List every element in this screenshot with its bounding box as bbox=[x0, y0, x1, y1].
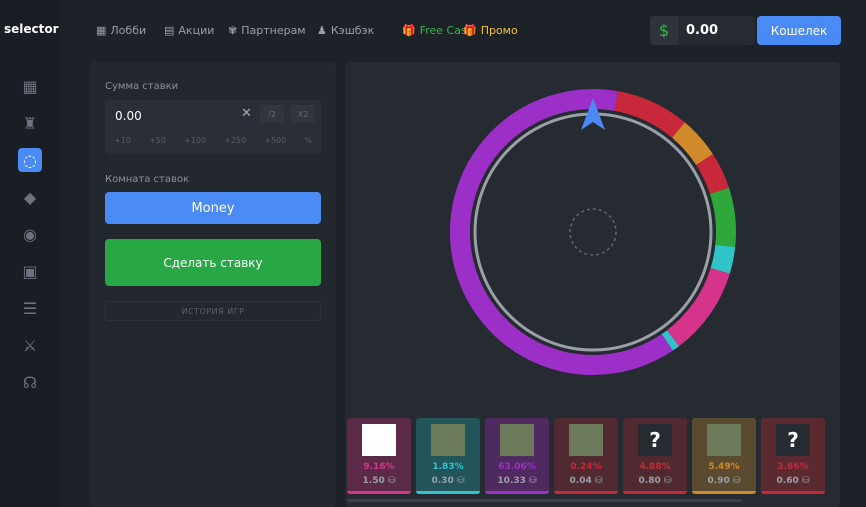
sidebar: selector ▦ ♜ ◌ ◆ ◉ ▣ ☰ ⚔ ☊ bbox=[0, 0, 60, 507]
nav-icon: 🎁 bbox=[463, 24, 477, 37]
wheel-segment bbox=[709, 187, 736, 247]
nav-icon: ▦ bbox=[96, 24, 107, 37]
nav-label: Лобби bbox=[110, 24, 147, 37]
nav-icon: ✾ bbox=[228, 24, 238, 37]
avatar bbox=[569, 424, 603, 456]
history-button[interactable]: ИСТОРИЯ ИГР bbox=[105, 301, 321, 321]
nav-label: Промо bbox=[480, 24, 518, 37]
player-chance: 1.83% bbox=[432, 462, 464, 472]
nav-icon: 🎁 bbox=[402, 24, 416, 37]
avatar bbox=[707, 424, 741, 456]
quick-add-button[interactable]: +250 bbox=[224, 136, 246, 145]
player-amount: 0.60 ⛁ bbox=[776, 476, 810, 486]
slots-icon[interactable]: ▦ bbox=[18, 74, 42, 98]
player-card[interactable]: 1.83% 0.30 ⛁ bbox=[416, 418, 480, 494]
wheel-icon[interactable]: ◌ bbox=[18, 148, 42, 172]
player-card[interactable]: 9.16% 1.50 ⛁ bbox=[347, 418, 411, 494]
cube-icon[interactable]: ◆ bbox=[18, 185, 42, 209]
room-label: Комната ставок bbox=[105, 174, 190, 185]
quick-add-button[interactable]: +50 bbox=[149, 136, 166, 145]
player-chance: 3.66% bbox=[777, 462, 809, 472]
nav-label: Акции bbox=[178, 24, 215, 37]
player-card[interactable]: 63.06% 10.33 ⛁ bbox=[485, 418, 549, 494]
balance-display: $0.00 bbox=[650, 16, 755, 45]
logo: selector bbox=[4, 22, 59, 36]
player-card[interactable]: ? 4.88% 0.80 ⛁ bbox=[623, 418, 687, 494]
avatar: ? bbox=[638, 424, 672, 456]
place-bet-button[interactable]: Сделать ставку bbox=[105, 239, 321, 286]
player-chance: 4.88% bbox=[639, 462, 671, 472]
player-amount: 1.50 ⛁ bbox=[362, 476, 396, 486]
quick-add-button[interactable]: +500 bbox=[264, 136, 286, 145]
nav-icon: ▤ bbox=[164, 24, 175, 37]
swords-icon[interactable]: ⚔ bbox=[18, 333, 42, 357]
wheel-segment bbox=[661, 330, 680, 351]
nav-item[interactable]: ♟ Кэшбэк bbox=[317, 24, 374, 37]
castle-icon[interactable]: ♜ bbox=[18, 111, 42, 135]
player-card[interactable]: 0.24% 0.04 ⛁ bbox=[554, 418, 618, 494]
wheel-segment bbox=[450, 89, 673, 375]
wheel-center bbox=[569, 208, 617, 256]
nav-item[interactable]: 🎁 Промо bbox=[463, 24, 518, 37]
balance-value: 0.00 bbox=[686, 23, 719, 38]
wheel-segment bbox=[666, 267, 730, 347]
double-button[interactable]: X2 bbox=[291, 105, 315, 123]
quick-add-button[interactable]: +10 bbox=[114, 136, 131, 145]
nav-label: Партнерам bbox=[241, 24, 306, 37]
avatar bbox=[500, 424, 534, 456]
nav-label: Кэшбэк bbox=[330, 24, 375, 37]
amount-value: 0.00 bbox=[115, 109, 142, 123]
amount-label: Сумма ставки bbox=[105, 81, 179, 92]
wheel-segment bbox=[710, 244, 736, 274]
nav-item[interactable]: ▦ Лобби bbox=[96, 24, 146, 37]
player-card[interactable]: 5.49% 0.90 ⛁ bbox=[692, 418, 756, 494]
bet-panel: Сумма ставки 0.00 ✕ /2 X2 +10 +50 +100 +250… bbox=[90, 62, 336, 507]
wheel bbox=[450, 89, 736, 375]
avatar bbox=[362, 424, 396, 456]
coins-icon[interactable]: ☰ bbox=[18, 296, 42, 320]
avatar: ? bbox=[776, 424, 810, 456]
room-button[interactable]: Money bbox=[105, 192, 321, 224]
quick-add-button[interactable]: +100 bbox=[184, 136, 206, 145]
quick-add-button[interactable]: % bbox=[304, 136, 312, 145]
nav-icon: ♟ bbox=[317, 24, 327, 37]
player-chance: 63.06% bbox=[498, 462, 536, 472]
scrollbar[interactable] bbox=[347, 499, 742, 502]
player-chance: 0.24% bbox=[570, 462, 602, 472]
player-chance: 5.49% bbox=[708, 462, 740, 472]
player-amount: 0.80 ⛁ bbox=[638, 476, 672, 486]
wallet-button[interactable]: Кошелек bbox=[757, 16, 841, 45]
amount-input[interactable]: 0.00 ✕ /2 X2 +10 +50 +100 +250 +500% bbox=[105, 100, 321, 154]
wheel-segment bbox=[696, 154, 730, 195]
headset-icon[interactable]: ☊ bbox=[18, 370, 42, 394]
players-list: 9.16% 1.50 ⛁ 1.83% 0.30 ⛁ 63.06% 10.33 ⛁ 0.24%… bbox=[347, 418, 825, 494]
game-icon[interactable]: ▣ bbox=[18, 259, 42, 283]
nav-item[interactable]: ▤ Акции bbox=[164, 24, 214, 37]
half-button[interactable]: /2 bbox=[260, 105, 284, 123]
player-amount: 0.90 ⛁ bbox=[707, 476, 741, 486]
wheel-inner-ring bbox=[473, 112, 713, 352]
clear-icon[interactable]: ✕ bbox=[241, 106, 252, 121]
circle-icon[interactable]: ◉ bbox=[18, 222, 42, 246]
player-amount: 0.30 ⛁ bbox=[431, 476, 465, 486]
nav-item[interactable]: ✾ Партнерам bbox=[228, 24, 306, 37]
money-icon: $ bbox=[650, 16, 678, 45]
player-card[interactable]: ? 3.66% 0.60 ⛁ bbox=[761, 418, 825, 494]
avatar bbox=[431, 424, 465, 456]
player-chance: 9.16% bbox=[363, 462, 395, 472]
player-amount: 0.04 ⛁ bbox=[569, 476, 603, 486]
player-amount: 10.33 ⛁ bbox=[497, 476, 537, 486]
